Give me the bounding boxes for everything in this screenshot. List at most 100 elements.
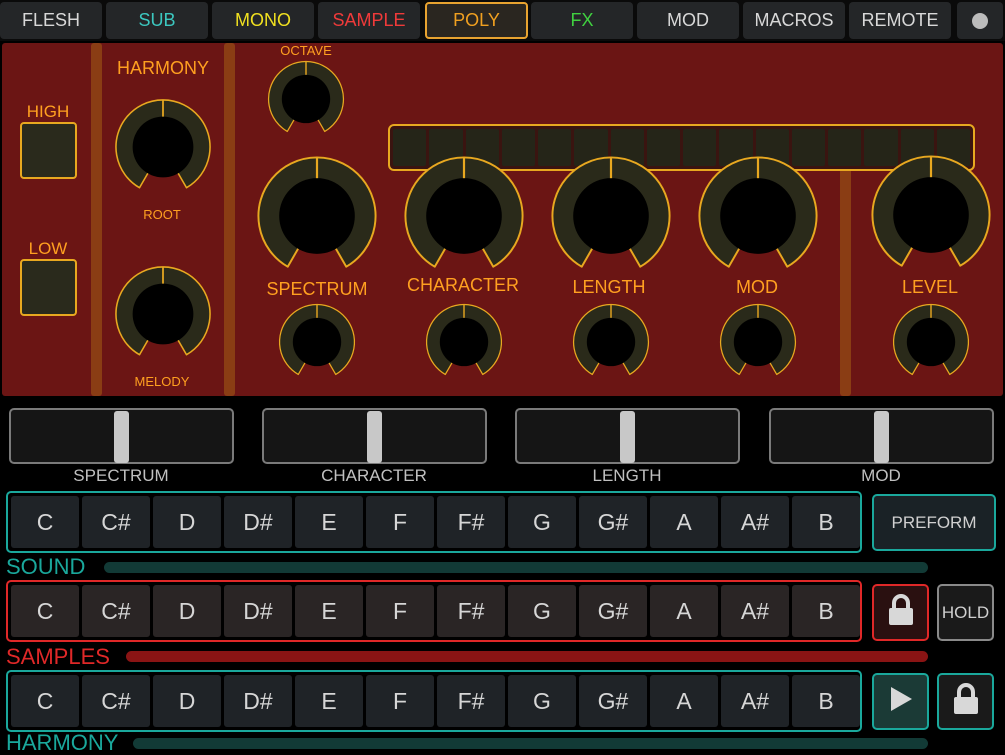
octave-label: OCTAVE bbox=[280, 43, 332, 58]
samples-keyboard: C C# D D# E F F# G G# A A# B bbox=[6, 580, 862, 642]
spectrum-slider-label: SPECTRUM bbox=[73, 466, 169, 485]
lock-icon bbox=[953, 683, 979, 720]
harmony-key[interactable]: F bbox=[366, 675, 434, 727]
tab-sub[interactable]: SUB bbox=[106, 2, 208, 39]
play-button[interactable] bbox=[872, 673, 929, 730]
panel-divider bbox=[224, 43, 235, 396]
sound-key[interactable]: B bbox=[792, 496, 860, 548]
melody-label: MELODY bbox=[134, 374, 190, 389]
spectrum-knob[interactable] bbox=[256, 155, 378, 277]
harmony-key[interactable]: C bbox=[11, 675, 79, 727]
root-knob[interactable] bbox=[114, 98, 212, 196]
harmony-label: HARMONY bbox=[116, 58, 210, 78]
samples-level-bar bbox=[126, 651, 928, 662]
spectrum-label: SPECTRUM bbox=[266, 279, 368, 299]
panel-divider bbox=[840, 139, 851, 396]
tab-macros[interactable]: MACROS bbox=[743, 2, 845, 39]
length-knob[interactable] bbox=[550, 155, 672, 277]
sound-key[interactable]: F bbox=[366, 496, 434, 548]
harmony-key[interactable]: D# bbox=[224, 675, 292, 727]
samples-key[interactable]: C bbox=[11, 585, 79, 637]
tab-poly[interactable]: POLY bbox=[425, 2, 528, 39]
tab-mod[interactable]: MOD bbox=[637, 2, 739, 39]
harmony-key[interactable]: F# bbox=[437, 675, 505, 727]
level-label: LEVEL bbox=[901, 277, 959, 297]
high-button[interactable] bbox=[20, 122, 77, 179]
samples-key[interactable]: B bbox=[792, 585, 860, 637]
samples-key[interactable]: G# bbox=[579, 585, 647, 637]
level-knob[interactable] bbox=[870, 154, 992, 276]
octave-knob[interactable] bbox=[267, 60, 345, 138]
sound-key[interactable]: G bbox=[508, 496, 576, 548]
harmony-key[interactable]: E bbox=[295, 675, 363, 727]
poly-panel: HIGH LOW HARMONY ROOT MELODY OCTAVE SPEC… bbox=[2, 43, 1003, 396]
sound-key[interactable]: D# bbox=[224, 496, 292, 548]
tab-fx[interactable]: FX bbox=[531, 2, 633, 39]
samples-key[interactable]: E bbox=[295, 585, 363, 637]
harmony-key[interactable]: C# bbox=[82, 675, 150, 727]
slider-thumb[interactable] bbox=[874, 411, 889, 463]
harmony-keyboard: C C# D D# E F F# G G# A A# B bbox=[6, 670, 862, 732]
harmony-lock-button[interactable] bbox=[937, 673, 994, 730]
sound-keyboard: C C# D D# E F F# G G# A A# B bbox=[6, 491, 862, 553]
tab-remote[interactable]: REMOTE bbox=[849, 2, 951, 39]
samples-key[interactable]: F bbox=[366, 585, 434, 637]
sequencer-step[interactable] bbox=[828, 129, 862, 166]
sound-key[interactable]: E bbox=[295, 496, 363, 548]
sound-key[interactable]: C bbox=[11, 496, 79, 548]
harmony-level-bar bbox=[133, 738, 928, 749]
sound-key[interactable]: G# bbox=[579, 496, 647, 548]
harmony-key[interactable]: G# bbox=[579, 675, 647, 727]
slider-thumb[interactable] bbox=[620, 411, 635, 463]
mod-slider[interactable] bbox=[769, 408, 994, 464]
samples-label: SAMPLES bbox=[6, 644, 110, 669]
tab-bar: FLESH SUB MONO SAMPLE POLY FX MOD MACROS… bbox=[0, 0, 1005, 41]
level-mod-knob[interactable] bbox=[892, 303, 970, 381]
character-knob[interactable] bbox=[403, 155, 525, 277]
spectrum-mod-knob[interactable] bbox=[278, 303, 356, 381]
sound-key[interactable]: F# bbox=[437, 496, 505, 548]
spectrum-slider[interactable] bbox=[9, 408, 234, 464]
length-slider[interactable] bbox=[515, 408, 740, 464]
sound-key[interactable]: A bbox=[650, 496, 718, 548]
harmony-key[interactable]: G bbox=[508, 675, 576, 727]
samples-key[interactable]: A bbox=[650, 585, 718, 637]
mod-slider-label: MOD bbox=[861, 466, 901, 485]
length-label: LENGTH bbox=[572, 277, 646, 297]
harmony-key[interactable]: A bbox=[650, 675, 718, 727]
circle-button[interactable] bbox=[957, 2, 1003, 39]
length-slider-label: LENGTH bbox=[592, 466, 662, 485]
tab-mono[interactable]: MONO bbox=[212, 2, 314, 39]
samples-key[interactable]: A# bbox=[721, 585, 789, 637]
low-button[interactable] bbox=[20, 259, 77, 316]
slider-thumb[interactable] bbox=[367, 411, 382, 463]
sound-key[interactable]: C# bbox=[82, 496, 150, 548]
samples-key[interactable]: G bbox=[508, 585, 576, 637]
character-mod-knob[interactable] bbox=[425, 303, 503, 381]
mod-knob[interactable] bbox=[697, 155, 819, 277]
tab-sample[interactable]: SAMPLE bbox=[318, 2, 420, 39]
harmony-key[interactable]: D bbox=[153, 675, 221, 727]
sound-key[interactable]: A# bbox=[721, 496, 789, 548]
samples-key[interactable]: D bbox=[153, 585, 221, 637]
samples-key[interactable]: C# bbox=[82, 585, 150, 637]
samples-key[interactable]: F# bbox=[437, 585, 505, 637]
slider-thumb[interactable] bbox=[114, 411, 129, 463]
hold-button[interactable]: HOLD bbox=[937, 584, 994, 641]
samples-lock-button[interactable] bbox=[872, 584, 929, 641]
harmony-key[interactable]: B bbox=[792, 675, 860, 727]
sound-key[interactable]: D bbox=[153, 496, 221, 548]
samples-key[interactable]: D# bbox=[224, 585, 292, 637]
harmony-key[interactable]: A# bbox=[721, 675, 789, 727]
mod-label: MOD bbox=[736, 277, 778, 297]
low-label: LOW bbox=[28, 239, 68, 258]
sound-label: SOUND bbox=[6, 554, 86, 579]
melody-knob[interactable] bbox=[114, 265, 212, 363]
character-slider-label: CHARACTER bbox=[321, 466, 427, 485]
tab-flesh[interactable]: FLESH bbox=[0, 2, 102, 39]
play-icon bbox=[889, 686, 913, 717]
character-slider[interactable] bbox=[262, 408, 487, 464]
preform-button[interactable]: PREFORM bbox=[872, 494, 996, 551]
mod-mod-knob[interactable] bbox=[719, 303, 797, 381]
length-mod-knob[interactable] bbox=[572, 303, 650, 381]
